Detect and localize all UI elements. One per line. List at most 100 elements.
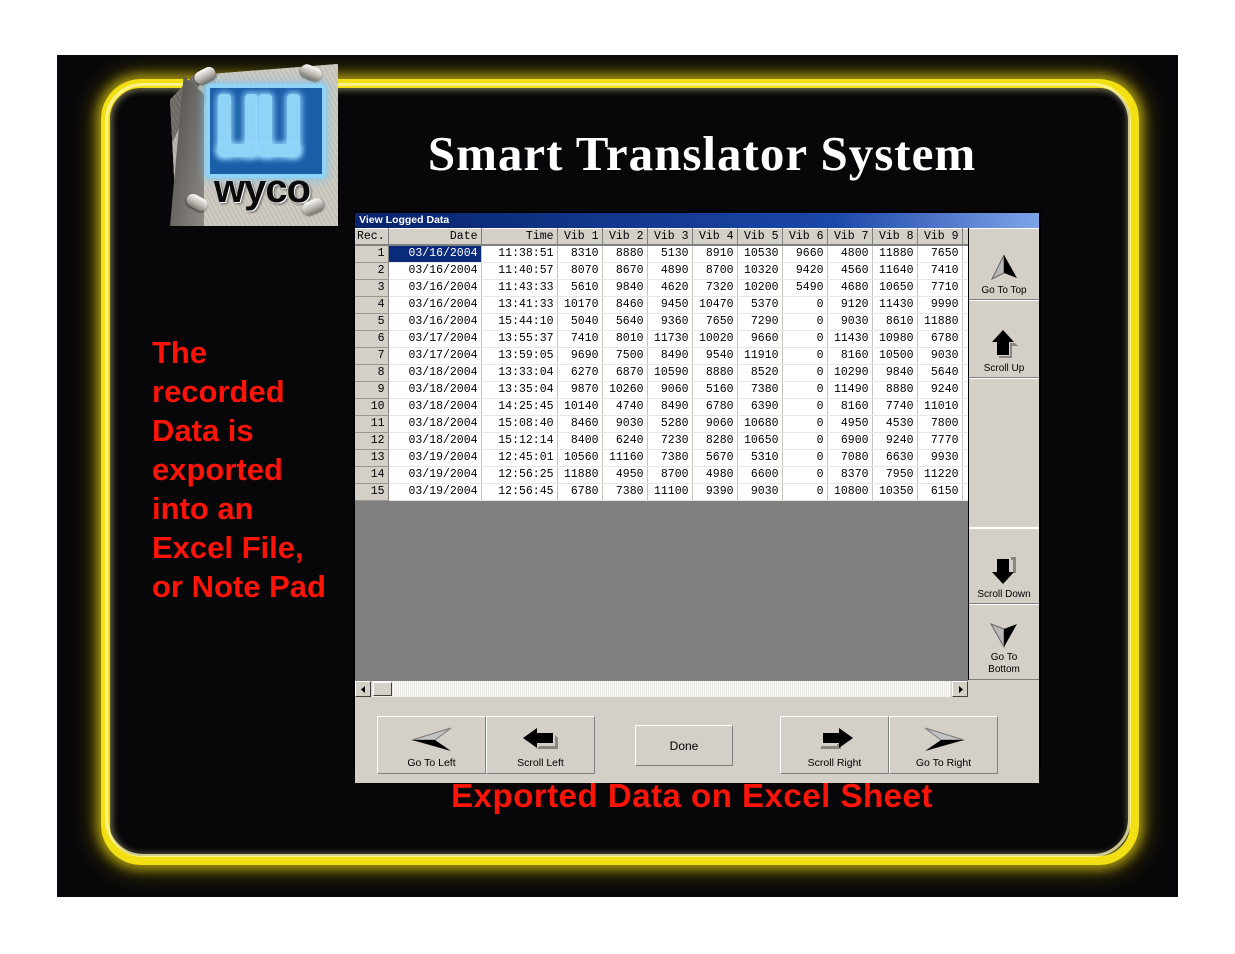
data-cell[interactable]: 10650: [737, 432, 783, 450]
data-cell[interactable]: 7650: [917, 245, 963, 263]
data-cell[interactable]: 7800: [917, 415, 963, 433]
data-cell[interactable]: 10800: [827, 483, 873, 501]
data-cell[interactable]: 8490: [647, 398, 693, 416]
data-cell[interactable]: 10200: [737, 279, 783, 297]
data-cell[interactable]: 0: [782, 313, 828, 331]
data-cell[interactable]: 8160: [827, 347, 873, 365]
data-cell[interactable]: 03/19/2004: [388, 483, 482, 501]
scroll-right-arrow-button[interactable]: [952, 681, 968, 697]
data-cell[interactable]: 10590: [647, 364, 693, 382]
row-number-cell[interactable]: 1: [355, 244, 389, 263]
data-cell[interactable]: 7320: [692, 279, 738, 297]
data-cell[interactable]: 9390: [692, 483, 738, 501]
data-cell[interactable]: 15:12:14: [481, 432, 558, 450]
data-cell[interactable]: 03/18/2004: [388, 364, 482, 382]
data-cell[interactable]: 9990: [917, 296, 963, 314]
data-cell[interactable]: 11:38:51: [481, 245, 558, 263]
data-cell[interactable]: 11880: [557, 466, 603, 484]
row-number-cell[interactable]: 2: [355, 261, 389, 280]
row-number-cell[interactable]: 7: [355, 346, 389, 365]
row-number-cell[interactable]: 10: [355, 397, 389, 416]
data-cell[interactable]: 4950: [827, 415, 873, 433]
data-cell[interactable]: 8880: [602, 245, 648, 263]
row-number-cell[interactable]: 14: [355, 465, 389, 484]
data-cell[interactable]: 4560: [827, 262, 873, 280]
data-cell[interactable]: 5490: [782, 279, 828, 297]
data-cell[interactable]: 10020: [692, 330, 738, 348]
row-number-cell[interactable]: 9: [355, 380, 389, 399]
data-cell[interactable]: 7080: [827, 449, 873, 467]
table-row[interactable]: 12 03/18/2004 15:12:14 8400 6240 7230 8280 1065…: [355, 431, 968, 450]
data-cell[interactable]: 7290: [737, 313, 783, 331]
data-cell[interactable]: 8610: [872, 313, 918, 331]
data-cell[interactable]: 9840: [872, 364, 918, 382]
column-header-vib-1[interactable]: Vib 1: [557, 228, 603, 246]
data-cell[interactable]: 11:43:33: [481, 279, 558, 297]
data-cell[interactable]: 7740: [872, 398, 918, 416]
data-cell[interactable]: 03/16/2004: [388, 296, 482, 314]
row-number-cell[interactable]: 3: [355, 278, 389, 297]
data-cell[interactable]: 5640: [917, 364, 963, 382]
column-header-vib-5[interactable]: Vib 5: [737, 228, 783, 246]
data-cell[interactable]: 8280: [692, 432, 738, 450]
data-cell[interactable]: 11730: [647, 330, 693, 348]
table-row[interactable]: 4 03/16/2004 13:41:33 10170 8460 9450 10470 537…: [355, 295, 968, 314]
data-cell[interactable]: 9240: [872, 432, 918, 450]
column-header-rec[interactable]: Rec.: [355, 228, 389, 246]
column-header-vib-7[interactable]: Vib 7: [827, 228, 873, 246]
data-cell[interactable]: 5160: [692, 381, 738, 399]
data-cell[interactable]: 5610: [557, 279, 603, 297]
data-cell[interactable]: 0: [782, 364, 828, 382]
scroll-left-button[interactable]: Scroll Left: [486, 716, 595, 774]
data-cell[interactable]: 10650: [872, 279, 918, 297]
data-cell[interactable]: 03/18/2004: [388, 415, 482, 433]
data-cell[interactable]: 03/16/2004: [388, 262, 482, 280]
data-cell[interactable]: 10560: [557, 449, 603, 467]
go-to-left-button[interactable]: Go To Left: [377, 716, 486, 774]
data-cell[interactable]: 8460: [557, 415, 603, 433]
data-cell[interactable]: 9360: [647, 313, 693, 331]
done-button[interactable]: Done: [635, 725, 733, 766]
data-cell[interactable]: 8490: [647, 347, 693, 365]
data-grid[interactable]: Rec. Date Time Vib 1 Vib 2 Vib 3 Vib 4 Vib 5 Vib…: [355, 228, 969, 680]
data-cell[interactable]: 9840: [602, 279, 648, 297]
data-cell[interactable]: 0: [782, 381, 828, 399]
data-cell[interactable]: 8460: [602, 296, 648, 314]
data-cell[interactable]: 4530: [872, 415, 918, 433]
data-cell[interactable]: 9060: [647, 381, 693, 399]
data-cell[interactable]: 03/19/2004: [388, 466, 482, 484]
data-cell[interactable]: 10500: [872, 347, 918, 365]
data-cell[interactable]: 11160: [602, 449, 648, 467]
data-cell[interactable]: 0: [782, 330, 828, 348]
data-cell[interactable]: 9030: [737, 483, 783, 501]
data-cell[interactable]: 7410: [917, 262, 963, 280]
data-cell[interactable]: 7770: [917, 432, 963, 450]
data-cell[interactable]: 9240: [917, 381, 963, 399]
data-cell[interactable]: 5130: [647, 245, 693, 263]
row-number-cell[interactable]: 6: [355, 329, 389, 348]
data-cell[interactable]: 11880: [872, 245, 918, 263]
data-cell[interactable]: 5640: [602, 313, 648, 331]
table-row[interactable]: 1 03/16/2004 11:38:51 8310 8880 5130 8910 10530…: [355, 244, 968, 263]
data-cell[interactable]: 8310: [557, 245, 603, 263]
scrollbar-thumb[interactable]: [373, 682, 392, 696]
data-cell[interactable]: 0: [782, 432, 828, 450]
data-cell[interactable]: 11010: [917, 398, 963, 416]
table-row[interactable]: 11 03/18/2004 15:08:40 8460 9030 5280 9060 1068…: [355, 414, 968, 433]
data-cell[interactable]: 7500: [602, 347, 648, 365]
data-cell[interactable]: 6150: [917, 483, 963, 501]
data-cell[interactable]: 7710: [917, 279, 963, 297]
data-cell[interactable]: 10260: [602, 381, 648, 399]
table-row[interactable]: 3 03/16/2004 11:43:33 5610 9840 4620 7320 10200…: [355, 278, 968, 297]
column-header-time[interactable]: Time: [481, 228, 558, 246]
data-cell[interactable]: 12:45:01: [481, 449, 558, 467]
horizontal-scrollbar[interactable]: [355, 680, 968, 697]
data-cell[interactable]: 6600: [737, 466, 783, 484]
data-cell[interactable]: 9660: [737, 330, 783, 348]
data-cell[interactable]: 4740: [602, 398, 648, 416]
table-row[interactable]: 7 03/17/2004 13:59:05 9690 7500 8490 9540 11910…: [355, 346, 968, 365]
data-cell[interactable]: 6780: [692, 398, 738, 416]
data-cell[interactable]: 9120: [827, 296, 873, 314]
data-cell[interactable]: 14:25:45: [481, 398, 558, 416]
row-number-cell[interactable]: 4: [355, 295, 389, 314]
